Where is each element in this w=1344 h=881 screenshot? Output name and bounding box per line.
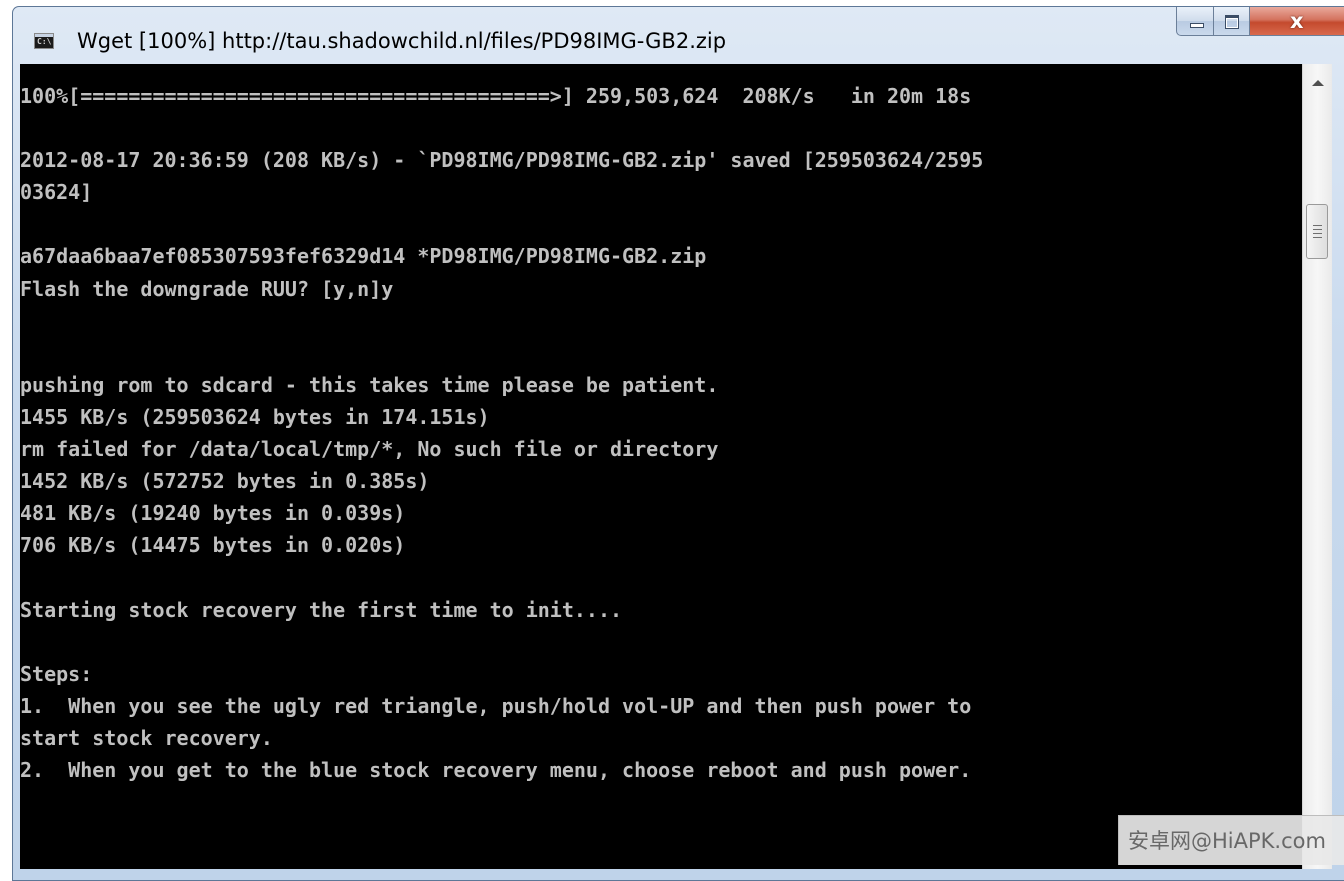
- console-line: 1452 KB/s (572752 bytes in 0.385s): [20, 469, 430, 494]
- minimize-button[interactable]: [1176, 7, 1214, 36]
- console-line: a67daa6baa7ef085307593fef6329d14 *PD98IM…: [20, 244, 707, 269]
- scroll-thumb-grip-icon: [1313, 237, 1322, 238]
- console-line: start stock recovery.: [20, 725, 273, 750]
- console-line: Flash the downgrade RUU? [y,n]y: [20, 276, 394, 301]
- console-line: 481 KB/s (19240 bytes in 0.039s): [20, 501, 406, 526]
- console-line: rm failed for /data/local/tmp/*, No such…: [20, 437, 719, 462]
- scroll-thumb-grip-icon: [1313, 233, 1322, 234]
- console-line: Starting stock recovery the first time t…: [20, 597, 623, 622]
- caption-buttons: x: [1176, 7, 1344, 37]
- console-text: 100%[===================================…: [20, 80, 983, 786]
- minimize-icon: [1190, 23, 1204, 28]
- maximize-icon: [1225, 15, 1239, 29]
- window-title: Wget [100%] http://tau.shadowchild.nl/fi…: [77, 29, 727, 53]
- console-app-icon[interactable]: C:\: [34, 33, 54, 49]
- scroll-up-arrow-icon[interactable]: [1312, 80, 1324, 86]
- close-button[interactable]: x: [1250, 7, 1344, 36]
- console-line: 2012-08-17 20:36:59 (208 KB/s) - `PD98IM…: [20, 148, 984, 173]
- watermark: 安卓网@HiAPK.com: [1118, 815, 1344, 865]
- close-icon: x: [1290, 9, 1304, 33]
- maximize-button[interactable]: [1214, 7, 1250, 36]
- console-line: 100%[===================================…: [20, 84, 972, 108]
- console-line: Steps:: [20, 661, 93, 686]
- console-line: 1455 KB/s (259503624 bytes in 174.151s): [20, 404, 490, 429]
- app-icon-label: C:\: [37, 37, 52, 46]
- scroll-thumb[interactable]: [1306, 204, 1328, 259]
- title-bar[interactable]: C:\ Wget [100%] http://tau.shadowchild.n…: [13, 7, 1344, 71]
- console-output-area[interactable]: 100%[===================================…: [20, 64, 1302, 869]
- scroll-thumb-grip-icon: [1313, 229, 1322, 230]
- console-line: pushing rom to sdcard - this takes time …: [20, 372, 719, 397]
- scroll-thumb-grip-icon: [1313, 225, 1322, 226]
- vertical-scrollbar[interactable]: [1302, 64, 1332, 869]
- console-line: 2. When you get to the blue stock recove…: [20, 757, 972, 782]
- console-line: 03624]: [20, 180, 93, 205]
- console-line: 706 KB/s (14475 bytes in 0.020s): [20, 533, 406, 558]
- console-line: 1. When you see the ugly red triangle, p…: [20, 693, 972, 718]
